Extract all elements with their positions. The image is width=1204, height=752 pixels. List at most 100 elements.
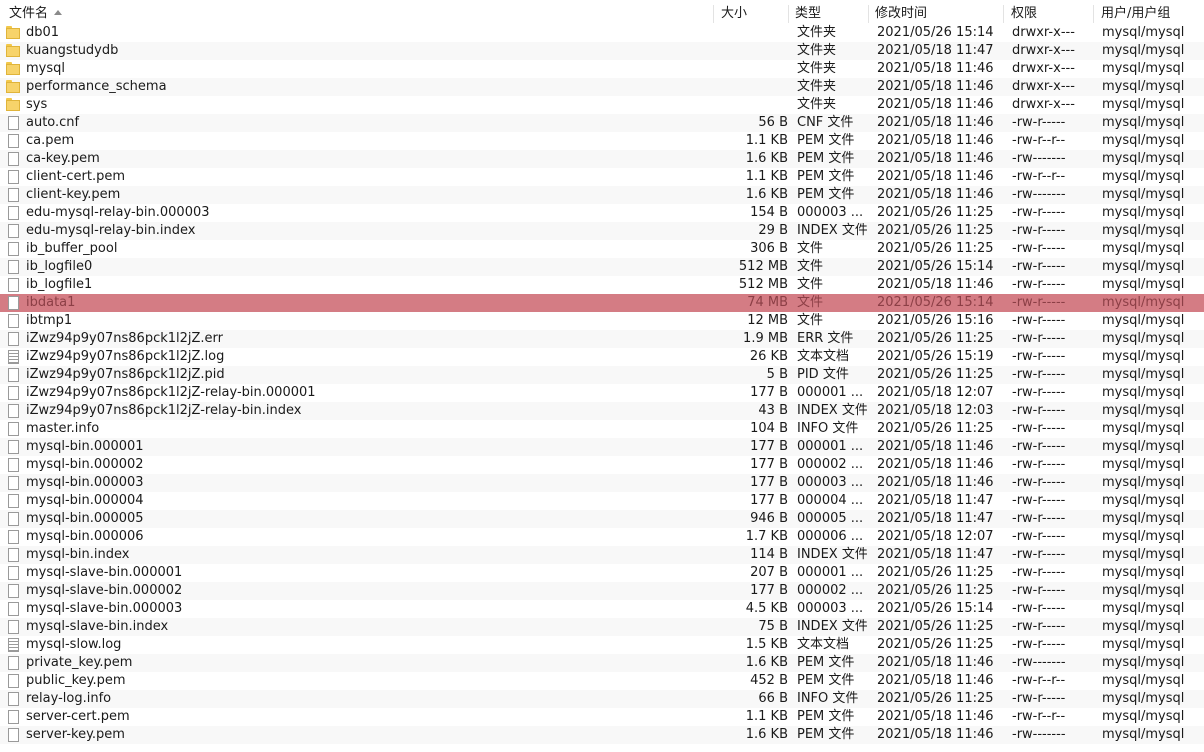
file-row[interactable]: ibdata1 74 MB 文件 2021/05/26 15:14 -rw-r-----… <box>0 294 1204 312</box>
file-row[interactable]: mysql-bin.000004 177 B 000004 ... 2021/05/1… <box>0 492 1204 510</box>
file-row[interactable]: kuangstudydb 文件夹 2021/05/18 11:47 drwxr-x--… <box>0 42 1204 60</box>
file-type: PID 文件 <box>797 367 849 382</box>
file-type: PEM 文件 <box>797 673 855 688</box>
file-row[interactable]: private_key.pem 1.6 KB PEM 文件 2021/05/18 11… <box>0 654 1204 672</box>
file-type: INDEX 文件 <box>797 547 867 562</box>
file-row[interactable]: mysql-bin.000003 177 B 000003 ... 2021/05/1… <box>0 474 1204 492</box>
file-name: mysql-slow.log <box>26 637 122 652</box>
file-size: 26 KB <box>749 349 788 364</box>
file-name: mysql <box>26 61 65 76</box>
file-type: 000001 ... <box>797 385 864 400</box>
file-owner: mysql/mysql <box>1102 421 1185 436</box>
file-name: public_key.pem <box>26 673 126 688</box>
file-mtime: 2021/05/26 15:14 <box>877 295 994 310</box>
file-row[interactable]: edu-mysql-relay-bin.index 29 B INDEX 文件 202… <box>0 222 1204 240</box>
file-permissions: -rw-r----- <box>1012 331 1066 346</box>
list-bottom-edge <box>0 744 1204 752</box>
file-row[interactable]: master.info 104 B INFO 文件 2021/05/26 11:25 -… <box>0 420 1204 438</box>
file-permissions: -rw-r----- <box>1012 511 1066 526</box>
file-row[interactable]: client-cert.pem 1.1 KB PEM 文件 2021/05/18 11… <box>0 168 1204 186</box>
file-icon <box>6 656 20 670</box>
file-owner: mysql/mysql <box>1102 223 1185 238</box>
file-type: PEM 文件 <box>797 169 855 184</box>
file-row[interactable]: iZwz94p9y07ns86pck1l2jZ-relay-bin.index 4… <box>0 402 1204 420</box>
file-name: ib_logfile0 <box>26 259 93 274</box>
file-permissions: -rw-r----- <box>1012 205 1066 220</box>
file-row[interactable]: relay-log.info 66 B INFO 文件 2021/05/26 11:2… <box>0 690 1204 708</box>
column-header-permissions[interactable]: 权限 <box>1004 4 1096 24</box>
column-header-size[interactable]: 大小 <box>714 4 794 24</box>
file-row[interactable]: public_key.pem 452 B PEM 文件 2021/05/18 11:4… <box>0 672 1204 690</box>
column-header-mtime[interactable]: 修改时间 <box>868 4 1002 24</box>
file-permissions: -rw------- <box>1012 187 1066 202</box>
file-permissions: -rw-r----- <box>1012 439 1066 454</box>
file-size: 177 B <box>750 583 788 598</box>
file-row[interactable]: mysql-bin.index 114 B INDEX 文件 2021/05/18 1… <box>0 546 1204 564</box>
column-header-owner[interactable]: 用户/用户组 <box>1094 4 1204 24</box>
column-header-type[interactable]: 类型 <box>788 4 868 24</box>
file-type: CNF 文件 <box>797 115 854 130</box>
file-row[interactable]: mysql-bin.000006 1.7 KB 000006 ... 2021/05/… <box>0 528 1204 546</box>
file-row[interactable]: ca.pem 1.1 KB PEM 文件 2021/05/18 11:46 -rw-r-… <box>0 132 1204 150</box>
file-row[interactable]: ib_buffer_pool 306 B 文件 2021/05/26 11:25 -rw… <box>0 240 1204 258</box>
file-name: ca-key.pem <box>26 151 100 166</box>
file-size: 1.5 KB <box>745 637 788 652</box>
file-row[interactable]: edu-mysql-relay-bin.000003 154 B 000003 ..… <box>0 204 1204 222</box>
file-row[interactable]: ib_logfile1 512 MB 文件 2021/05/18 11:46 -rw-r… <box>0 276 1204 294</box>
file-row[interactable]: client-key.pem 1.6 KB PEM 文件 2021/05/18 11:… <box>0 186 1204 204</box>
file-icon <box>6 530 20 544</box>
file-icon <box>6 458 20 472</box>
file-permissions: -rw-r----- <box>1012 313 1066 328</box>
file-row[interactable]: server-cert.pem 1.1 KB PEM 文件 2021/05/18 11… <box>0 708 1204 726</box>
file-row[interactable]: sys 文件夹 2021/05/18 11:46 drwxr-x--- mysql/my… <box>0 96 1204 114</box>
file-size: 1.1 KB <box>745 133 788 148</box>
file-size <box>700 24 788 42</box>
file-row[interactable]: mysql-slow.log 1.5 KB 文本文档 2021/05/26 11:25… <box>0 636 1204 654</box>
file-row[interactable]: mysql-slave-bin.index 75 B INDEX 文件 2021/05… <box>0 618 1204 636</box>
file-row[interactable]: iZwz94p9y07ns86pck1l2jZ-relay-bin.000001… <box>0 384 1204 402</box>
file-row[interactable]: auto.cnf 56 B CNF 文件 2021/05/18 11:46 -rw-r-… <box>0 114 1204 132</box>
file-row[interactable]: mysql-slave-bin.000003 4.5 KB 000003 ... 20… <box>0 600 1204 618</box>
file-row[interactable]: performance_schema 文件夹 2021/05/18 11:46 drw… <box>0 78 1204 96</box>
file-row[interactable]: mysql-slave-bin.000001 207 B 000001 ... 202… <box>0 564 1204 582</box>
file-row[interactable]: iZwz94p9y07ns86pck1l2jZ.pid 5 B PID 文件 2021… <box>0 366 1204 384</box>
file-name: ca.pem <box>26 133 75 148</box>
file-row[interactable]: server-key.pem 1.6 KB PEM 文件 2021/05/18 11:… <box>0 726 1204 744</box>
column-header-name[interactable]: 文件名 <box>2 4 714 24</box>
file-mtime: 2021/05/26 11:25 <box>877 691 994 706</box>
file-owner: mysql/mysql <box>1102 367 1185 382</box>
file-icon <box>6 692 20 706</box>
file-row[interactable]: iZwz94p9y07ns86pck1l2jZ.err 1.9 MB ERR 文件 2… <box>0 330 1204 348</box>
file-icon <box>6 206 20 220</box>
file-permissions: -rw-r----- <box>1012 601 1066 616</box>
file-mtime: 2021/05/18 12:07 <box>877 385 994 400</box>
file-mtime: 2021/05/26 15:14 <box>877 25 994 40</box>
file-mtime: 2021/05/18 11:46 <box>877 115 994 130</box>
file-row[interactable]: iZwz94p9y07ns86pck1l2jZ.log 26 KB 文本文档 2021… <box>0 348 1204 366</box>
file-row[interactable]: db01 文件夹 2021/05/26 15:14 drwxr-x--- mysql/m… <box>0 24 1204 42</box>
file-type: 文件 <box>797 313 824 328</box>
file-permissions: -rw------- <box>1012 151 1066 166</box>
file-type: 000006 ... <box>797 529 864 544</box>
file-row[interactable]: ib_logfile0 512 MB 文件 2021/05/26 15:14 -rw-r… <box>0 258 1204 276</box>
file-row[interactable]: ibtmp1 12 MB 文件 2021/05/26 15:16 -rw-r----- m… <box>0 312 1204 330</box>
file-row[interactable]: ca-key.pem 1.6 KB PEM 文件 2021/05/18 11:46 -r… <box>0 150 1204 168</box>
file-mtime: 2021/05/18 11:46 <box>877 277 994 292</box>
file-permissions: -rw-r----- <box>1012 529 1066 544</box>
file-row[interactable]: mysql-bin.000002 177 B 000002 ... 2021/05/1… <box>0 456 1204 474</box>
file-permissions: -rw-r----- <box>1012 637 1066 652</box>
file-type: 文件 <box>797 241 824 256</box>
file-name: iZwz94p9y07ns86pck1l2jZ-relay-bin.000001 <box>26 385 316 400</box>
file-row[interactable]: mysql-slave-bin.000002 177 B 000002 ... 202… <box>0 582 1204 600</box>
file-row[interactable]: mysql 文件夹 2021/05/18 11:46 drwxr-x--- mysql/… <box>0 60 1204 78</box>
file-name: mysql-slave-bin.000003 <box>26 601 183 616</box>
file-row[interactable]: mysql-bin.000005 946 B 000005 ... 2021/05/1… <box>0 510 1204 528</box>
file-row[interactable]: mysql-bin.000001 177 B 000001 ... 2021/05/1… <box>0 438 1204 456</box>
file-owner: mysql/mysql <box>1102 565 1185 580</box>
file-size: 452 B <box>750 673 788 688</box>
file-mtime: 2021/05/18 11:46 <box>877 151 994 166</box>
file-size: 29 B <box>758 223 788 238</box>
file-name: ib_buffer_pool <box>26 241 118 256</box>
file-type: 000002 ... <box>797 457 864 472</box>
file-size: 74 MB <box>747 295 788 310</box>
